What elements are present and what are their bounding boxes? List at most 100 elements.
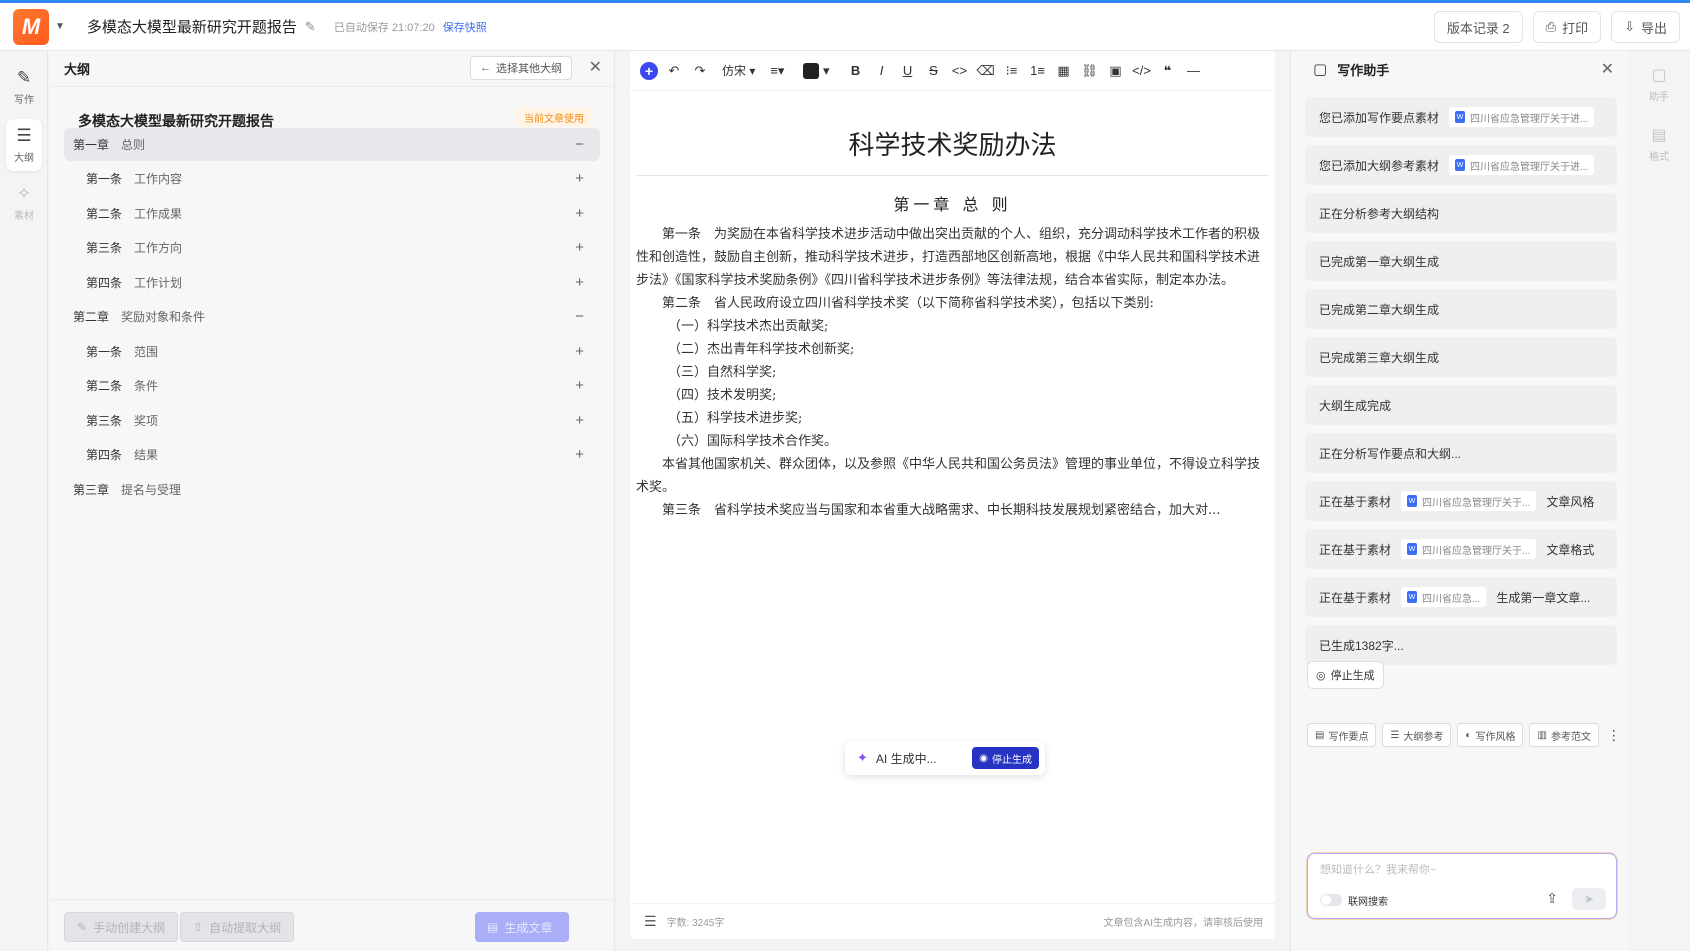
add-icon[interactable]: + <box>575 446 584 463</box>
outline-row[interactable]: 第三条 工作方向 + <box>64 231 600 264</box>
quick-actions: ▤ 写作要点 ☰ 大纲参考 ◐ 写作风格 ▥ 参考范文 ⋮ <box>1307 723 1621 747</box>
rail-label: 素材 <box>14 211 34 222</box>
inline-code-icon[interactable]: <> <box>950 59 970 83</box>
outline-row[interactable]: 第一条 工作内容 + <box>64 162 600 195</box>
rail-item-format[interactable]: ▤ 格式 <box>1641 125 1677 163</box>
more-icon[interactable]: ⋮ <box>1607 727 1621 744</box>
rail-item-material[interactable]: ✧ 素材 <box>6 177 42 229</box>
arrow-left-icon: ← <box>480 62 491 74</box>
doc-icon: W <box>1455 159 1466 171</box>
outline-row[interactable]: 第三条 奖项 + <box>64 404 600 437</box>
ai-generating-bar: ✦ AI 生成中... ◉ 停止生成 <box>845 741 1045 775</box>
manual-create-outline-button[interactable]: ✎ 手动创建大纲 <box>64 912 179 942</box>
outline-row[interactable]: 第一章 总则 − <box>64 128 600 161</box>
outline-row[interactable]: 第一条 范围 + <box>64 335 600 368</box>
clear-format-icon[interactable]: ⌫ <box>976 59 996 83</box>
outline-header: 大纲 ← 选择其他大纲 ✕ <box>50 51 614 87</box>
material-chip[interactable]: W 四川省应急管理厅关于进... <box>1449 107 1595 127</box>
paragraph: 第一条 为奖励在本省科学技术进步活动中做出突出贡献的个人、组织，充分调动科学技术… <box>636 227 1261 288</box>
print-button[interactable]: ⎙ 打印 <box>1532 11 1602 43</box>
link-icon[interactable]: ⛓ <box>1080 59 1100 83</box>
rail-item-outline[interactable]: ☰ 大纲 <box>6 119 42 171</box>
edit-icon[interactable]: ✎ <box>305 19 316 35</box>
outline-num: 第二条 <box>86 379 123 393</box>
outline-reference-button[interactable]: ☰ 大纲参考 <box>1382 723 1452 747</box>
redo-icon[interactable]: ↷ <box>690 59 710 83</box>
material-chip[interactable]: W 四川省应急管理厅关于进... <box>1449 155 1595 175</box>
assistant-message: 已生成1382字... <box>1305 625 1617 665</box>
add-icon[interactable]: + <box>575 170 584 187</box>
stop-generate-button[interactable]: ◉ 停止生成 <box>972 747 1039 769</box>
image-icon[interactable]: ▣ <box>1106 59 1126 83</box>
chapter-heading: 第一章 总 则 <box>893 195 1012 214</box>
code-block-icon[interactable]: </> <box>1132 59 1152 83</box>
paragraph: （二）杰出青年科学技术创新奖; <box>668 342 855 357</box>
bullet-list-icon[interactable]: ⁝≡ <box>1002 59 1022 83</box>
save-snapshot-link[interactable]: 保存快照 <box>443 19 487 35</box>
autosave-status: 已自动保存 21:07:20 <box>333 21 435 34</box>
add-icon[interactable]: + <box>575 412 584 429</box>
document-body[interactable]: 第一条 为奖励在本省科学技术进步活动中做出突出贡献的个人、组织，充分调动科学技术… <box>636 223 1269 522</box>
writing-points-button[interactable]: ▤ 写作要点 <box>1307 723 1377 747</box>
collapse-icon[interactable]: − <box>575 308 584 325</box>
writing-style-button[interactable]: ◐ 写作风格 <box>1457 723 1524 747</box>
underline-icon[interactable]: U <box>898 59 918 83</box>
add-icon[interactable]: + <box>575 239 584 256</box>
material-chip[interactable]: W 四川省应急管理厅关于... <box>1401 491 1537 511</box>
export-label: 导出 <box>1640 20 1667 36</box>
add-icon[interactable]: + <box>575 205 584 222</box>
outline-title: 大纲 <box>64 62 91 77</box>
material-chip[interactable]: W 四川省应急管理厅关于... <box>1401 539 1537 559</box>
font-family-select[interactable]: 仿宋 ▾ <box>722 59 755 83</box>
attach-file-icon[interactable]: ⇪ <box>1546 890 1558 907</box>
app-logo[interactable]: M <box>13 8 49 45</box>
outline-row[interactable]: 第二章 奖励对象和条件 − <box>64 300 600 333</box>
rail-item-write[interactable]: ✎ 写作 <box>6 61 42 113</box>
collapse-icon[interactable]: − <box>575 136 584 153</box>
auto-extract-outline-button[interactable]: ⇧ 自动提取大纲 <box>180 912 295 942</box>
ordered-list-icon[interactable]: 1≡ <box>1028 59 1048 83</box>
outline-name: 总则 <box>121 138 146 152</box>
export-button[interactable]: ⇩ 导出 <box>1611 11 1680 43</box>
outline-name: 条件 <box>134 379 159 393</box>
align-icon[interactable]: ≡▾ <box>767 59 787 83</box>
table-icon[interactable]: ▦ <box>1054 59 1074 83</box>
send-button[interactable]: ➤ <box>1572 888 1606 910</box>
assistant-message: 大纲生成完成 <box>1305 385 1617 425</box>
add-icon[interactable]: + <box>575 343 584 360</box>
outline-row[interactable]: 第二条 工作成果 + <box>64 197 600 230</box>
bold-icon[interactable]: B <box>846 59 866 83</box>
rail-item-assistant[interactable]: ▢ 助手 <box>1641 65 1677 103</box>
italic-icon[interactable]: I <box>872 59 892 83</box>
web-search-toggle[interactable] <box>1320 894 1342 906</box>
insert-plus-icon[interactable]: + <box>640 61 658 80</box>
version-history-button[interactable]: 版本记录 2 <box>1433 11 1523 43</box>
add-icon[interactable]: + <box>575 377 584 394</box>
horizontal-rule-icon[interactable]: — <box>1184 59 1204 83</box>
outline-row[interactable]: 第二条 条件 + <box>64 369 600 402</box>
outline-row[interactable]: 第四条 工作计划 + <box>64 266 600 299</box>
stop-generate-pill[interactable]: ◎ 停止生成 <box>1307 661 1384 689</box>
generate-article-button[interactable]: ▤ 生成文章 <box>475 912 569 942</box>
reference-article-button[interactable]: ▥ 参考范文 <box>1529 723 1599 747</box>
strikethrough-icon[interactable]: S <box>924 59 944 83</box>
chat-input[interactable] <box>1320 864 1580 876</box>
chevron-down-icon[interactable]: ▼ <box>55 21 65 32</box>
outline-row[interactable]: 第四条 结果 + <box>64 438 600 471</box>
quick-label: 大纲参考 <box>1403 731 1444 743</box>
material-chip[interactable]: W 四川省应急... <box>1401 587 1487 607</box>
undo-icon[interactable]: ↶ <box>664 59 684 83</box>
collapse-toc-icon[interactable]: ☰ <box>644 913 657 930</box>
close-icon[interactable]: ✕ <box>1601 59 1614 79</box>
outline-num: 第二条 <box>86 207 123 221</box>
left-rail: ✎ 写作 ☰ 大纲 ✧ 素材 <box>0 51 48 951</box>
close-icon[interactable]: ✕ <box>589 57 602 77</box>
outline-row[interactable]: 第三章 提名与受理 <box>64 473 600 506</box>
assistant-message: 正在分析参考大纲结构 <box>1305 193 1617 233</box>
text-color-select[interactable]: ▾ <box>803 59 830 83</box>
quote-icon[interactable]: ❝ <box>1158 59 1178 83</box>
select-other-outline-button[interactable]: ← 选择其他大纲 <box>470 56 572 80</box>
outline-num: 第四条 <box>86 276 123 290</box>
document-title[interactable]: 多模态大模型最新研究开题报告 <box>87 16 297 37</box>
add-icon[interactable]: + <box>575 274 584 291</box>
